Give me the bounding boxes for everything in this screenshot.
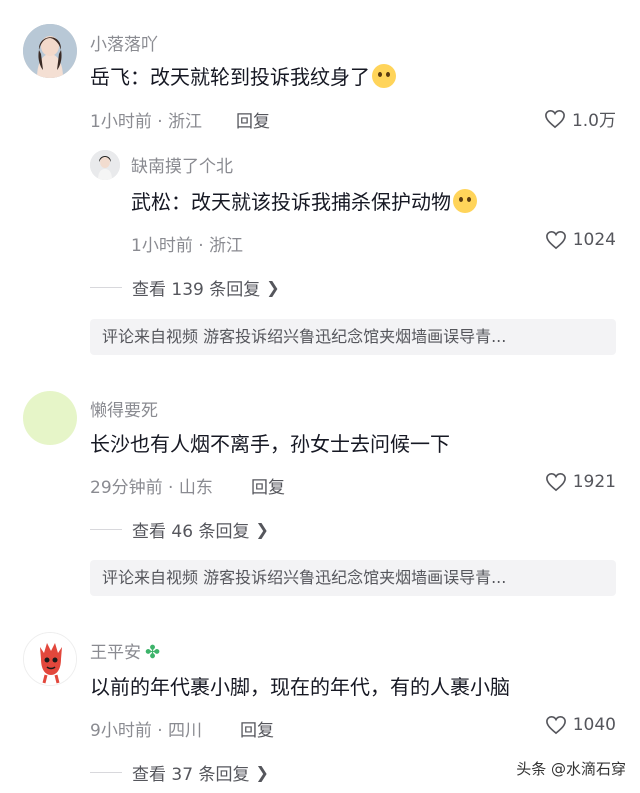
comment-item: 懒得要死 长沙也有人烟不离手，孙女士去问候一下 29分钟前 · 山东 回复 19… bbox=[0, 380, 640, 610]
chevron-right-icon: ❯ bbox=[255, 763, 269, 782]
avatar-photo-icon bbox=[23, 24, 77, 78]
avatar[interactable] bbox=[23, 632, 77, 686]
divider-line bbox=[90, 529, 122, 530]
like-button[interactable]: 1.0万 bbox=[544, 106, 616, 131]
username-text: 王平安 bbox=[90, 643, 141, 663]
like-count: 1921 bbox=[572, 472, 616, 492]
cartoon-character-icon bbox=[24, 633, 76, 685]
comment-text: 岳飞：改天就轮到投诉我纹身了 bbox=[90, 63, 396, 91]
view-replies-button[interactable]: 查看 139 条回复 ❯ bbox=[90, 275, 280, 300]
reply-meta: 1小时前 · 浙江 bbox=[131, 236, 244, 256]
view-replies-button[interactable]: 查看 46 条回复 ❯ bbox=[90, 517, 269, 542]
four-leaf-clover-icon: ✤ bbox=[145, 642, 161, 663]
avatar[interactable] bbox=[23, 24, 77, 78]
watermark: 头条 @水滴石穿 bbox=[516, 760, 626, 778]
username[interactable]: 小落落吖 bbox=[90, 30, 158, 55]
reply-button[interactable]: 回复 bbox=[251, 473, 285, 498]
view-replies-label: 查看 46 条回复 bbox=[132, 522, 250, 542]
divider-line bbox=[90, 287, 122, 288]
chevron-right-icon: ❯ bbox=[266, 278, 280, 297]
comment-meta: 29分钟前 · 山东 bbox=[90, 478, 213, 498]
heart-icon bbox=[545, 472, 566, 492]
like-button[interactable]: 1024 bbox=[545, 230, 616, 250]
comment-text-body: 岳飞：改天就轮到投诉我纹身了 bbox=[90, 65, 370, 89]
like-count: 1040 bbox=[572, 715, 616, 735]
comment-meta: 9小时前 · 四川 bbox=[90, 721, 203, 741]
comment-item: 小落落吖 岳飞：改天就轮到投诉我纹身了 1小时前 · 浙江 回复 1.0万 缺南… bbox=[0, 0, 640, 360]
comment-meta: 1小时前 · 浙江 bbox=[90, 112, 203, 132]
divider-line bbox=[90, 772, 122, 773]
like-button[interactable]: 1921 bbox=[545, 472, 616, 492]
avatar[interactable] bbox=[90, 150, 120, 180]
reply-text: 武松：改天就该投诉我捕杀保护动物 bbox=[131, 188, 477, 216]
view-replies-label: 查看 37 条回复 bbox=[132, 765, 250, 785]
like-count: 1.0万 bbox=[571, 111, 616, 131]
reply-text-body: 武松：改天就该投诉我捕杀保护动物 bbox=[131, 190, 451, 214]
heart-icon bbox=[545, 715, 566, 735]
heart-icon bbox=[545, 109, 565, 128]
username[interactable]: 缺南摸了个北 bbox=[131, 152, 233, 177]
comment-text: 以前的年代裹小脚，现在的年代，有的人裹小脑 bbox=[90, 675, 510, 699]
username[interactable]: 王平安 ✤ bbox=[90, 638, 160, 663]
avatar-photo-icon bbox=[90, 150, 120, 180]
view-replies-label: 查看 139 条回复 bbox=[132, 280, 261, 300]
video-source-link[interactable]: 评论来自视频 游客投诉绍兴鲁迅纪念馆夹烟墙画误导青... bbox=[90, 560, 616, 596]
like-count: 1024 bbox=[572, 230, 616, 250]
like-button[interactable]: 1040 bbox=[545, 715, 616, 735]
chevron-right-icon: ❯ bbox=[255, 520, 269, 539]
video-source-link[interactable]: 评论来自视频 游客投诉绍兴鲁迅纪念馆夹烟墙画误导青... bbox=[90, 319, 616, 355]
reply-button[interactable]: 回复 bbox=[240, 716, 274, 741]
face-holding-back-tears-icon bbox=[372, 64, 396, 88]
username[interactable]: 懒得要死 bbox=[90, 396, 158, 421]
face-blowing-kiss-icon bbox=[453, 189, 477, 213]
comment-text: 长沙也有人烟不离手，孙女士去问候一下 bbox=[90, 432, 450, 456]
heart-icon bbox=[545, 230, 566, 250]
avatar[interactable] bbox=[23, 391, 77, 445]
reply-button[interactable]: 回复 bbox=[236, 107, 270, 132]
view-replies-button[interactable]: 查看 37 条回复 ❯ bbox=[90, 760, 269, 785]
